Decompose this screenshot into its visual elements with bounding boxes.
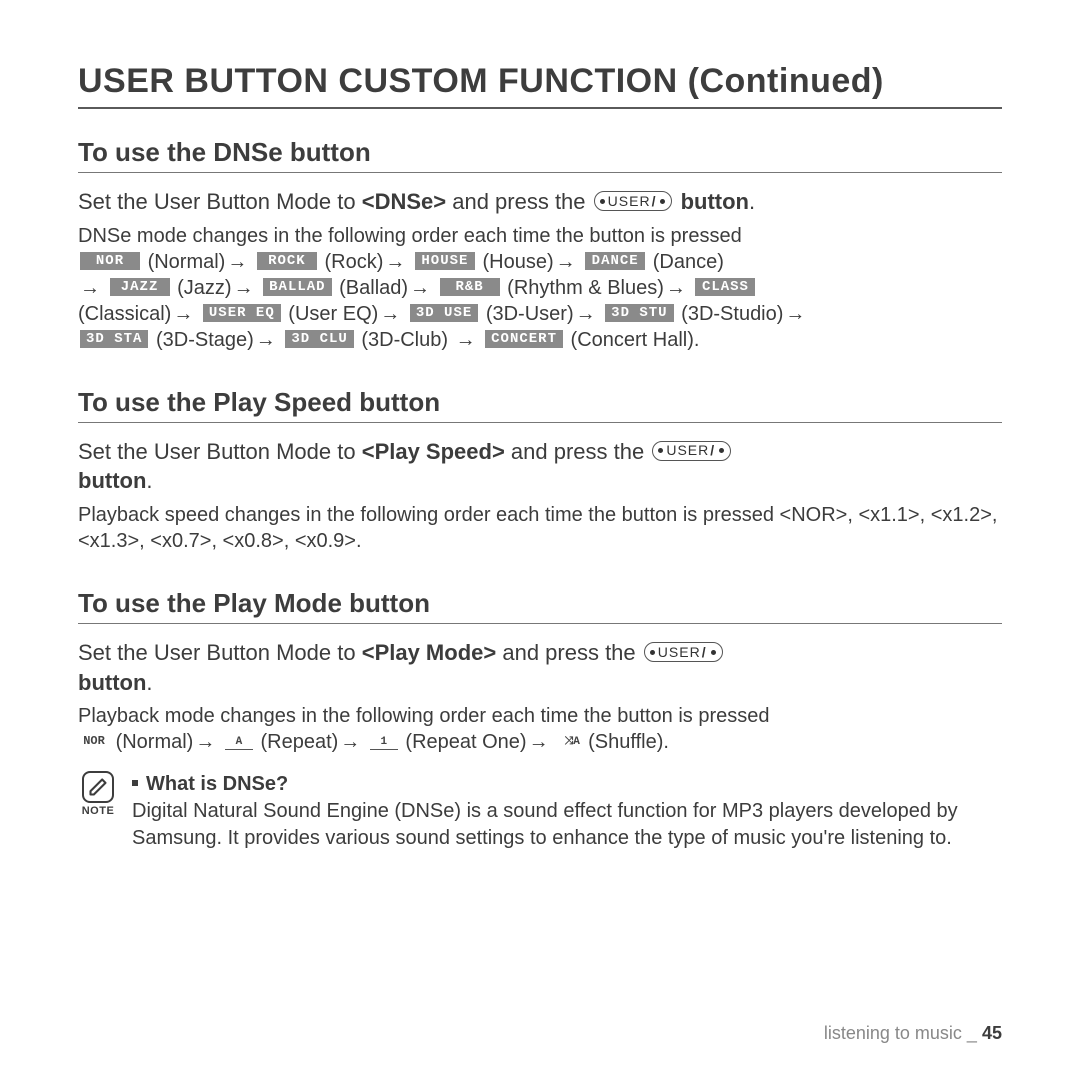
dnse-lead: Set the User Button Mode to <DNSe> and p…	[78, 187, 1002, 217]
playmode-repeat-one-icon: 1	[370, 734, 398, 750]
footer-page-number: 45	[982, 1023, 1002, 1043]
footer-section: listening to music _	[824, 1023, 977, 1043]
playmode-repeat-icon: A	[225, 734, 253, 750]
lcd-concert: CONCERT	[485, 330, 563, 348]
lcd-rock: ROCK	[257, 252, 317, 270]
heading-dnse: To use the DNSe button	[78, 137, 1002, 173]
user-button-icon: USER/	[644, 642, 723, 662]
page-footer: listening to music _ 45	[824, 1023, 1002, 1044]
note-icon-wrap: NOTE	[78, 771, 118, 817]
mode-body: Playback mode changes in the following o…	[78, 703, 1002, 755]
lcd-jazz: JAZZ	[110, 278, 170, 296]
user-button-icon: USER/	[594, 191, 673, 211]
dnse-body: DNSe mode changes in the following order…	[78, 223, 1002, 353]
note-pencil-icon	[82, 771, 114, 803]
mode-play-speed: <Play Speed>	[362, 439, 505, 464]
lcd-rnb: R&B	[440, 278, 500, 296]
mode-lead: Set the User Button Mode to <Play Mode> …	[78, 638, 1002, 697]
lcd-3dclu: 3D CLU	[285, 330, 353, 348]
lcd-house: HOUSE	[415, 252, 475, 270]
note-text: Digital Natural Sound Engine (DNSe) is a…	[132, 798, 1002, 852]
note-block: NOTE What is DNSe? Digital Natural Sound…	[78, 771, 1002, 852]
lcd-ballad: BALLAD	[263, 278, 331, 296]
mode-dnse: <DNSe>	[362, 189, 446, 214]
note-body: What is DNSe? Digital Natural Sound Engi…	[132, 771, 1002, 852]
lcd-nor: NOR	[80, 252, 140, 270]
text: button	[681, 189, 749, 214]
playmode-shuffle-icon: ⤨A	[558, 734, 586, 750]
speed-body: Playback speed changes in the following …	[78, 502, 1002, 554]
page-title: USER BUTTON CUSTOM FUNCTION (Continued)	[78, 62, 1002, 109]
heading-play-mode: To use the Play Mode button	[78, 588, 1002, 624]
playmode-normal-icon: NOR	[80, 734, 108, 750]
lcd-3duse: 3D USE	[410, 304, 478, 322]
speed-lead: Set the User Button Mode to <Play Speed>…	[78, 437, 1002, 496]
note-label: NOTE	[82, 805, 115, 817]
user-button-icon: USER/	[652, 441, 731, 461]
note-title: What is DNSe?	[132, 771, 1002, 798]
lcd-3dsta: 3D STA	[80, 330, 148, 348]
text: Set the User Button Mode to	[78, 189, 362, 214]
lcd-dance: DANCE	[585, 252, 645, 270]
text: DNSe mode changes in the following order…	[78, 225, 742, 247]
text: and press the	[446, 189, 592, 214]
lcd-3dstu: 3D STU	[605, 304, 673, 322]
mode-play-mode: <Play Mode>	[362, 640, 497, 665]
heading-play-speed: To use the Play Speed button	[78, 387, 1002, 423]
lcd-class: CLASS	[695, 278, 755, 296]
lcd-usereq: USER EQ	[203, 304, 281, 322]
